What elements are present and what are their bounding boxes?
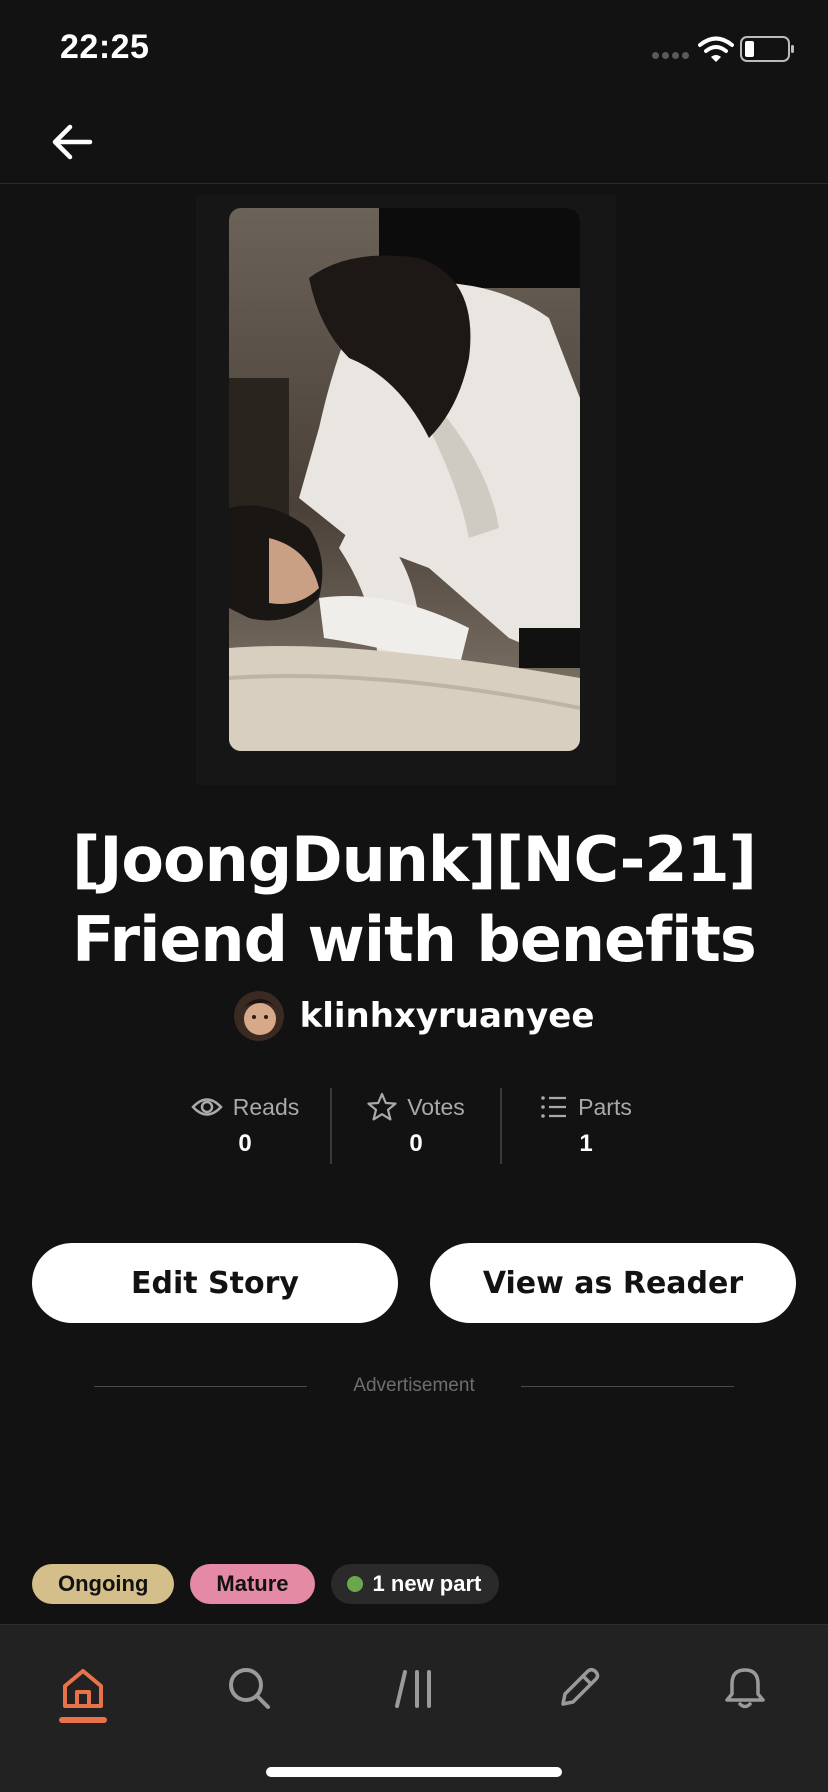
battery-icon bbox=[740, 36, 794, 62]
nav-home[interactable] bbox=[48, 1653, 118, 1723]
library-icon bbox=[395, 1670, 431, 1708]
story-title-line1: [JoongDunk][NC-21] bbox=[72, 823, 757, 896]
bottom-navigation bbox=[0, 1624, 828, 1792]
advertisement-label: Advertisement bbox=[353, 1375, 475, 1396]
stat-reads: Reads 0 bbox=[160, 1088, 330, 1164]
eye-icon bbox=[191, 1098, 223, 1116]
nav-write[interactable] bbox=[544, 1653, 614, 1723]
stat-parts: Parts 1 bbox=[500, 1088, 670, 1164]
bell-icon bbox=[725, 1668, 765, 1709]
ad-divider-left bbox=[94, 1385, 308, 1387]
star-icon bbox=[367, 1092, 397, 1121]
home-indicator[interactable] bbox=[266, 1767, 562, 1777]
search-icon bbox=[229, 1668, 270, 1709]
stat-votes-value: 0 bbox=[409, 1130, 423, 1157]
wifi-icon bbox=[698, 36, 734, 62]
stat-parts-value: 1 bbox=[579, 1130, 593, 1157]
story-stats: Reads 0 Votes 0 Parts 1 bbox=[160, 1088, 670, 1164]
story-tags: Ongoing Mature 1 new part bbox=[32, 1564, 500, 1604]
story-details-screen: 22:25 [JoongDunk][NC-21] Friend with ben… bbox=[0, 0, 828, 1792]
status-bar: 22:25 bbox=[0, 0, 828, 100]
ongoing-badge: Ongoing bbox=[32, 1564, 175, 1604]
list-icon bbox=[541, 1096, 567, 1118]
mature-badge: Mature bbox=[190, 1564, 315, 1604]
nav-library[interactable] bbox=[380, 1653, 450, 1723]
new-part-badge: 1 new part bbox=[330, 1564, 500, 1604]
stat-reads-label: Reads bbox=[232, 1093, 300, 1120]
stat-parts-label: Parts bbox=[578, 1093, 632, 1120]
header bbox=[0, 100, 828, 184]
author-name[interactable]: klinhxyruanyee bbox=[300, 996, 595, 1036]
status-time: 22:25 bbox=[60, 28, 150, 66]
arrow-left-icon bbox=[52, 124, 93, 160]
nav-active-indicator bbox=[59, 1717, 107, 1723]
stat-votes: Votes 0 bbox=[330, 1088, 500, 1164]
story-title: [JoongDunk][NC-21] Friend with benefits bbox=[40, 820, 788, 980]
story-cover-image bbox=[229, 208, 580, 751]
nav-notifications[interactable] bbox=[710, 1653, 780, 1723]
author-row[interactable]: klinhxyruanyee bbox=[0, 990, 828, 1042]
pencil-icon bbox=[561, 1667, 600, 1706]
avatar[interactable] bbox=[233, 991, 284, 1041]
view-as-reader-button[interactable]: View as Reader bbox=[430, 1243, 796, 1323]
stat-reads-value: 0 bbox=[238, 1130, 252, 1157]
stat-votes-label: Votes bbox=[407, 1093, 465, 1120]
home-icon bbox=[63, 1669, 103, 1708]
green-dot-icon bbox=[346, 1576, 363, 1592]
ad-divider-right bbox=[520, 1385, 735, 1387]
back-button[interactable] bbox=[44, 114, 100, 170]
story-title-line2: Friend with benefits bbox=[72, 903, 757, 976]
new-part-label: 1 new part bbox=[372, 1571, 482, 1596]
advertisement-divider: Advertisement bbox=[94, 1372, 735, 1400]
cellular-signal-icon bbox=[652, 52, 692, 62]
edit-story-button[interactable]: Edit Story bbox=[32, 1243, 398, 1323]
nav-search[interactable] bbox=[214, 1653, 284, 1723]
